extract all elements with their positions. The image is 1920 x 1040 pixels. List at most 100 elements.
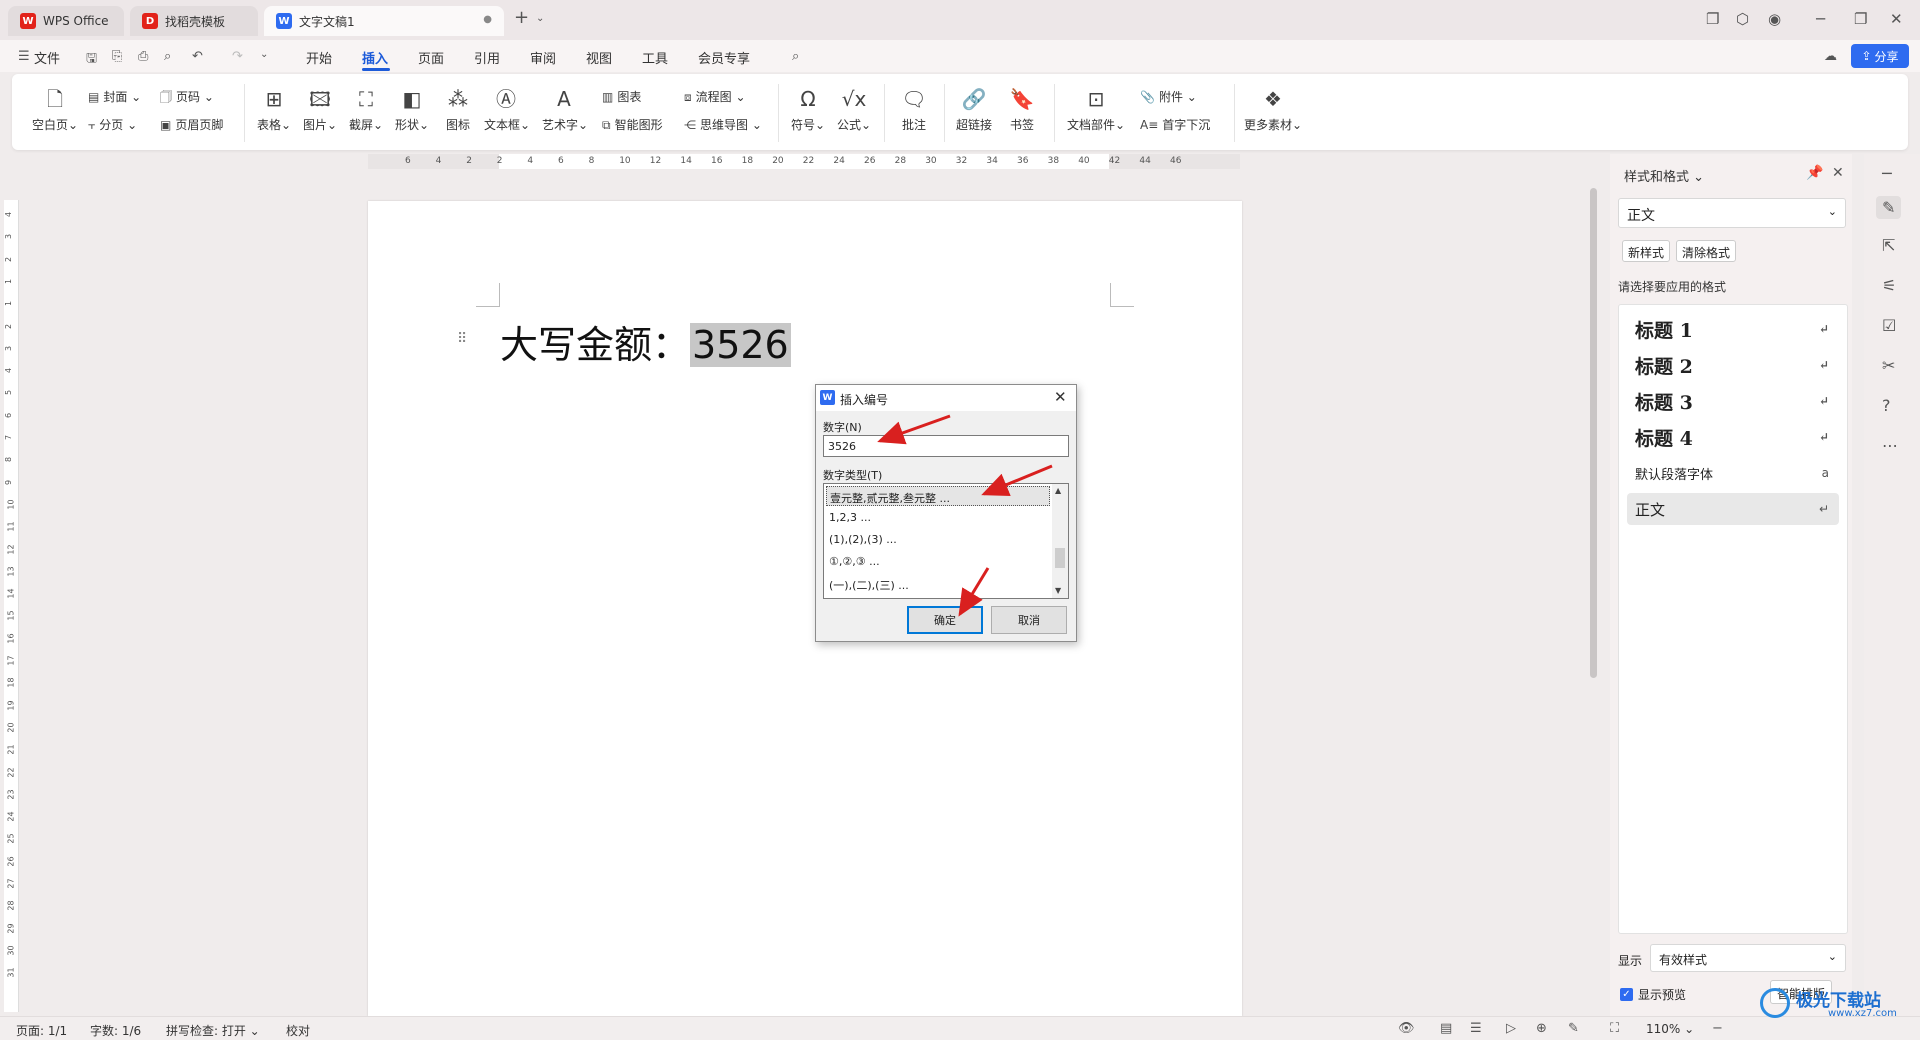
- web-view-icon[interactable]: ⊕: [1536, 1021, 1547, 1036]
- screenshot-button[interactable]: ⛶ 截屏⌄: [344, 86, 388, 133]
- table-button[interactable]: ⊞ 表格⌄: [252, 86, 296, 133]
- list-scrollbar[interactable]: ▲ ▼: [1052, 484, 1068, 598]
- fit-page-icon[interactable]: ⛶: [1610, 1021, 1619, 1036]
- word-count[interactable]: 字数: 1/6: [90, 1022, 141, 1039]
- panel-title[interactable]: 样式和格式 ⌄: [1624, 166, 1704, 185]
- scroll-up-icon[interactable]: ▲: [1055, 486, 1061, 495]
- style-heading-4[interactable]: 标题 4 ↵: [1627, 421, 1839, 453]
- new-style-button[interactable]: 新样式: [1622, 240, 1671, 262]
- symbol-button[interactable]: Ω 符号⌄: [786, 86, 830, 133]
- document-paragraph[interactable]: 大写金额：3526: [500, 314, 791, 369]
- play-icon[interactable]: ▷: [1506, 1021, 1516, 1036]
- drop-cap-button[interactable]: A≡ 首字下沉: [1140, 116, 1210, 133]
- selected-number[interactable]: 3526: [690, 323, 791, 367]
- style-heading-1[interactable]: 标题 1 ↵: [1627, 313, 1839, 345]
- new-tab-button[interactable]: +: [514, 7, 529, 28]
- number-type-option[interactable]: ①,②,③ ...: [826, 552, 1050, 572]
- cube-icon[interactable]: ⬡: [1736, 10, 1749, 28]
- pin-icon[interactable]: 📌: [1806, 165, 1823, 181]
- spellcheck-toggle[interactable]: 拼写检查: 打开 ⌄: [166, 1022, 260, 1039]
- shape-button[interactable]: ◧ 形状⌄: [390, 86, 434, 133]
- comment-button[interactable]: 🗨 批注: [892, 86, 936, 133]
- number-type-option[interactable]: (1),(2),(3) ...: [826, 530, 1050, 550]
- tab-page[interactable]: 页面: [418, 48, 444, 67]
- review-icon[interactable]: ☑: [1882, 316, 1896, 335]
- close-window-icon[interactable]: ✕: [1890, 10, 1903, 28]
- print-icon[interactable]: ⎙: [138, 49, 148, 64]
- current-style-select[interactable]: 正文 ⌄: [1618, 198, 1846, 228]
- hyperlink-button[interactable]: 🔗 超链接: [952, 86, 996, 133]
- unsaved-dot-icon[interactable]: ●: [483, 14, 492, 25]
- cancel-button[interactable]: 取消: [991, 606, 1067, 634]
- scroll-down-icon[interactable]: ▼: [1055, 586, 1061, 595]
- page-view-icon[interactable]: ▤: [1440, 1021, 1452, 1036]
- chart-button[interactable]: ▥ 图表: [602, 88, 641, 105]
- redo-icon[interactable]: ↷: [232, 49, 243, 64]
- eye-icon[interactable]: 👁: [1398, 1021, 1415, 1036]
- share-button[interactable]: ⇪ 分享: [1851, 44, 1909, 68]
- dialog-titlebar[interactable]: W 插入编号 ✕: [816, 385, 1076, 411]
- tab-document[interactable]: W 文字文稿1 ●: [264, 6, 504, 36]
- vertical-ruler[interactable]: [4, 200, 19, 1012]
- tab-docer-templates[interactable]: D 找稻壳模板: [130, 6, 258, 36]
- number-type-option[interactable]: 1,2,3 ...: [826, 508, 1050, 528]
- formula-button[interactable]: √x 公式⌄: [832, 86, 876, 133]
- zoom-level[interactable]: 110% ⌄: [1646, 1022, 1694, 1036]
- proofread-button[interactable]: 校对: [286, 1022, 310, 1039]
- avatar[interactable]: ◉: [1768, 10, 1781, 28]
- number-input[interactable]: 3526: [823, 435, 1069, 457]
- cloud-icon[interactable]: ☁: [1824, 49, 1837, 64]
- list-scroll-thumb[interactable]: [1055, 548, 1065, 568]
- wordart-button[interactable]: A 艺术字⌄: [542, 86, 588, 133]
- tab-review[interactable]: 审阅: [530, 48, 556, 67]
- more-icon[interactable]: ⋯: [1882, 436, 1898, 455]
- dialog-close-button[interactable]: ✕: [1054, 388, 1067, 406]
- help-icon[interactable]: ?: [1882, 396, 1891, 415]
- drag-handle-icon[interactable]: ⠿: [457, 331, 467, 347]
- number-type-list[interactable]: 壹元整,贰元整,叁元整 ... 1,2,3 ... (1),(2),(3) ..…: [823, 483, 1069, 599]
- picture-button[interactable]: 🖾 图片⌄: [298, 86, 342, 133]
- undo-icon[interactable]: ↶: [192, 49, 203, 64]
- mindmap-button[interactable]: ⋲ 思维导图 ⌄: [684, 116, 762, 133]
- minimize-icon[interactable]: ─: [1816, 10, 1825, 28]
- show-preview-checkbox[interactable]: ✓ 显示预览: [1620, 986, 1686, 1003]
- tab-wps-office[interactable]: W WPS Office: [8, 6, 124, 36]
- zoom-out-icon[interactable]: −: [1712, 1021, 1723, 1036]
- header-footer-button[interactable]: ▣ 页眉页脚: [160, 116, 223, 133]
- more-materials-button[interactable]: ❖ 更多素材⌄: [1242, 86, 1304, 133]
- style-heading-3[interactable]: 标题 3 ↵: [1627, 385, 1839, 417]
- textbox-button[interactable]: Ⓐ 文本框⌄: [484, 86, 530, 133]
- pen-icon[interactable]: ✎: [1568, 1021, 1579, 1036]
- print-preview-icon[interactable]: ⌕: [164, 49, 171, 64]
- icon-button[interactable]: ⁂ 图标: [436, 86, 480, 133]
- page-indicator[interactable]: 页面: 1/1: [16, 1022, 67, 1039]
- style-body-text[interactable]: 正文 ↵: [1627, 493, 1839, 525]
- adjust-icon[interactable]: ⚟: [1882, 276, 1896, 295]
- tab-list-chevron-icon[interactable]: ⌄: [536, 13, 544, 24]
- select-cursor-icon[interactable]: ⇱: [1882, 236, 1895, 255]
- close-panel-icon[interactable]: ✕: [1832, 165, 1844, 181]
- search-icon[interactable]: ⌕: [792, 49, 799, 64]
- style-heading-2[interactable]: 标题 2 ↵: [1627, 349, 1839, 381]
- tab-references[interactable]: 引用: [474, 48, 500, 67]
- cover-button[interactable]: ▤ 封面 ⌄: [88, 88, 141, 105]
- tools-icon[interactable]: ✂: [1882, 356, 1895, 375]
- clear-format-button[interactable]: 清除格式: [1676, 240, 1737, 262]
- restore-icon[interactable]: ❐: [1854, 10, 1867, 28]
- export-icon[interactable]: ⎘: [112, 49, 122, 64]
- tab-tools[interactable]: 工具: [642, 48, 668, 67]
- smart-graphic-button[interactable]: ⧉ 智能图形: [602, 116, 663, 133]
- ok-button[interactable]: 确定: [907, 606, 983, 634]
- attachment-button[interactable]: 📎 附件 ⌄: [1140, 88, 1197, 105]
- number-type-option[interactable]: 壹元整,贰元整,叁元整 ...: [826, 486, 1050, 506]
- flowchart-button[interactable]: ⧈ 流程图 ⌄: [684, 88, 746, 105]
- save-icon[interactable]: 🖫: [86, 49, 97, 71]
- style-pen-icon[interactable]: ✎: [1876, 196, 1902, 219]
- show-filter-select[interactable]: 有效样式 ⌄: [1650, 944, 1846, 972]
- window-layout-icon[interactable]: ❐: [1706, 10, 1719, 28]
- number-type-option[interactable]: (一),(二),(三) ...: [826, 574, 1050, 594]
- style-default-font[interactable]: 默认段落字体 a: [1627, 457, 1839, 489]
- doc-parts-button[interactable]: ⊡ 文档部件⌄: [1066, 86, 1126, 133]
- collapse-icon[interactable]: ─: [1882, 164, 1892, 183]
- scrollbar-thumb[interactable]: [1590, 188, 1597, 678]
